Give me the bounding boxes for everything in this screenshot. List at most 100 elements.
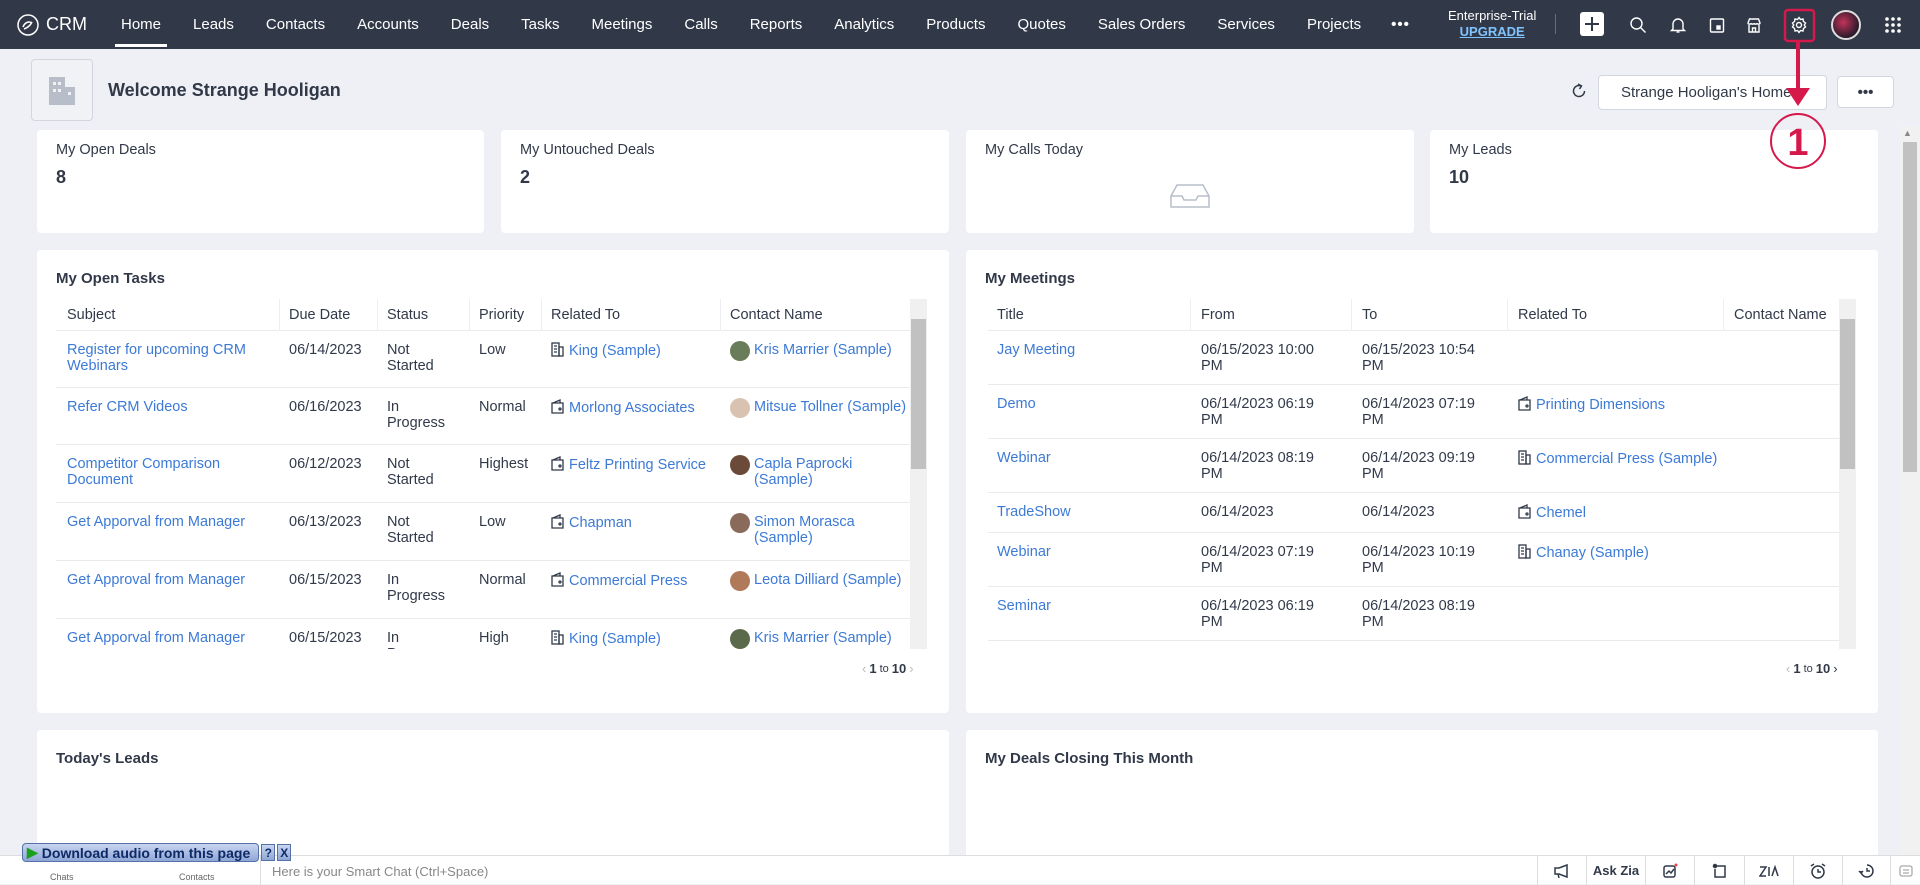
close-button[interactable]: X (277, 844, 292, 861)
next-page-icon[interactable]: › (909, 661, 913, 676)
search-button[interactable] (1625, 12, 1651, 38)
create-plus-button[interactable] (1580, 12, 1604, 36)
settings-button[interactable] (1786, 12, 1812, 38)
column-header[interactable]: Status (387, 307, 428, 323)
meeting-title-link[interactable]: TradeShow (997, 504, 1071, 520)
nav-item-accounts[interactable]: Accounts (341, 0, 435, 49)
plus-icon (1585, 17, 1599, 31)
contact-link[interactable]: Simon Morasca (Sample) (754, 514, 855, 546)
contact-avatar (730, 571, 750, 591)
contacts-tab[interactable]: Contacts (179, 872, 215, 882)
column-header[interactable]: Due Date (289, 307, 350, 323)
announcement-button[interactable] (1537, 856, 1586, 885)
task-subject-link[interactable]: Get Apporval from Manager (67, 630, 267, 646)
megaphone-icon (1554, 863, 1568, 878)
prev-page-icon[interactable]: ‹ (862, 661, 866, 676)
download-audio-button[interactable]: ▶ Download audio from this page (22, 843, 260, 862)
zia-button[interactable] (1744, 856, 1793, 885)
nav-item-meetings[interactable]: Meetings (576, 0, 669, 49)
page-scrollbar[interactable]: ▲ (1900, 126, 1920, 855)
next-page-icon[interactable]: › (1833, 661, 1837, 676)
user-avatar[interactable] (1831, 10, 1861, 40)
nav-item-quotes[interactable]: Quotes (1001, 0, 1081, 49)
notifications-button[interactable] (1665, 12, 1691, 38)
related-to-link[interactable]: Commercial Press (Sample) (1536, 451, 1717, 467)
meeting-title-link[interactable]: Webinar (997, 450, 1051, 466)
table-row: Demo 06/14/2023 06:19 PM 06/14/2023 07:1… (988, 385, 1843, 439)
task-priority: Normal (479, 399, 526, 415)
upgrade-link[interactable]: UPGRADE (1448, 24, 1536, 40)
task-subject-link[interactable]: Competitor Comparison Document (67, 456, 267, 488)
column-header[interactable]: Priority (479, 307, 524, 323)
prev-page-icon[interactable]: ‹ (1786, 661, 1790, 676)
smart-chat-input[interactable]: Here is your Smart Chat (Ctrl+Space) (272, 864, 488, 879)
contact-link[interactable]: Kris Marrier (Sample) (754, 342, 892, 358)
stat-card-calls-today[interactable]: My Calls Today (966, 130, 1414, 233)
nav-more-button[interactable]: ••• (1377, 0, 1424, 49)
home-selector-button[interactable]: Strange Hooligan's Home (1598, 75, 1827, 110)
related-to-link[interactable]: King (Sample) (569, 631, 661, 647)
tasks-scrollbar[interactable] (910, 299, 927, 649)
meeting-related-to: Commercial Press (Sample) (1518, 450, 1718, 467)
related-to-link[interactable]: Chapman (569, 515, 632, 531)
ask-zia-button[interactable]: Ask Zia (1586, 856, 1645, 885)
contact-link[interactable]: Kris Marrier (Sample) (754, 630, 892, 646)
contact-link[interactable]: Leota Dilliard (Sample) (754, 572, 901, 588)
nav-item-sales-orders[interactable]: Sales Orders (1082, 0, 1202, 49)
nav-item-deals[interactable]: Deals (435, 0, 505, 49)
column-header[interactable]: Related To (551, 307, 620, 323)
column-header[interactable]: Title (997, 307, 1024, 323)
nav-item-analytics[interactable]: Analytics (818, 0, 910, 49)
recent-items-button[interactable] (1842, 856, 1890, 885)
related-to-link[interactable]: Feltz Printing Service (569, 457, 706, 473)
meeting-title-link[interactable]: Demo (997, 396, 1036, 412)
column-header[interactable]: To (1362, 307, 1377, 323)
chats-tab[interactable]: Chats (50, 872, 74, 882)
nav-item-projects[interactable]: Projects (1291, 0, 1377, 49)
nav-item-services[interactable]: Services (1201, 0, 1291, 49)
insights-button[interactable] (1645, 856, 1694, 885)
stat-card-open-deals[interactable]: My Open Deals 8 (37, 130, 484, 233)
contact-link[interactable]: Mitsue Tollner (Sample) (754, 399, 906, 415)
related-to-link[interactable]: Chemel (1536, 505, 1586, 521)
column-header[interactable]: Subject (67, 307, 115, 323)
crm-logo[interactable]: CRM (16, 13, 87, 37)
meetings-scrollbar[interactable] (1839, 299, 1856, 649)
nav-item-contacts[interactable]: Contacts (250, 0, 341, 49)
related-to-link[interactable]: Chanay (Sample) (1536, 545, 1649, 561)
column-header[interactable]: Related To (1518, 307, 1587, 323)
related-to-link[interactable]: Printing Dimensions (1536, 397, 1665, 413)
meeting-title-link[interactable]: Webinar (997, 544, 1051, 560)
stat-card-my-leads[interactable]: My Leads 10 (1430, 130, 1878, 233)
column-header[interactable]: Contact Name (730, 307, 823, 323)
nav-item-home[interactable]: Home (105, 0, 177, 49)
marketplace-button[interactable] (1741, 12, 1767, 38)
help-button[interactable]: ? (261, 844, 276, 861)
task-subject-link[interactable]: Get Approval from Manager (67, 572, 267, 588)
task-subject-link[interactable]: Refer CRM Videos (67, 399, 267, 415)
reminder-button[interactable] (1793, 856, 1842, 885)
header-more-button[interactable]: ••• (1837, 76, 1894, 108)
nav-item-calls[interactable]: Calls (668, 0, 733, 49)
nav-item-tasks[interactable]: Tasks (505, 0, 575, 49)
related-to-link[interactable]: Morlong Associates (569, 400, 695, 416)
contact-link[interactable]: Capla Paprocki (Sample) (754, 456, 852, 488)
nav-item-products[interactable]: Products (910, 0, 1001, 49)
meeting-title-link[interactable]: Jay Meeting (997, 342, 1075, 358)
task-subject-link[interactable]: Register for upcoming CRM Webinars (67, 342, 267, 374)
meeting-title-link[interactable]: Seminar (997, 598, 1051, 614)
nav-item-reports[interactable]: Reports (734, 0, 819, 49)
task-contact: Leota Dilliard (Sample) (730, 571, 910, 591)
task-subject-link[interactable]: Get Apporval from Manager (67, 514, 267, 530)
column-header[interactable]: From (1201, 307, 1235, 323)
feedback-button[interactable] (1890, 856, 1920, 885)
refresh-button[interactable] (1570, 82, 1588, 104)
stat-card-untouched-deals[interactable]: My Untouched Deals 2 (501, 130, 949, 233)
nav-item-leads[interactable]: Leads (177, 0, 250, 49)
apps-grid-button[interactable] (1880, 12, 1906, 38)
calendar-button[interactable] (1704, 12, 1730, 38)
column-header[interactable]: Contact Name (1734, 307, 1827, 323)
notes-button[interactable] (1694, 856, 1744, 885)
related-to-link[interactable]: Commercial Press (569, 573, 687, 589)
related-to-link[interactable]: King (Sample) (569, 343, 661, 359)
